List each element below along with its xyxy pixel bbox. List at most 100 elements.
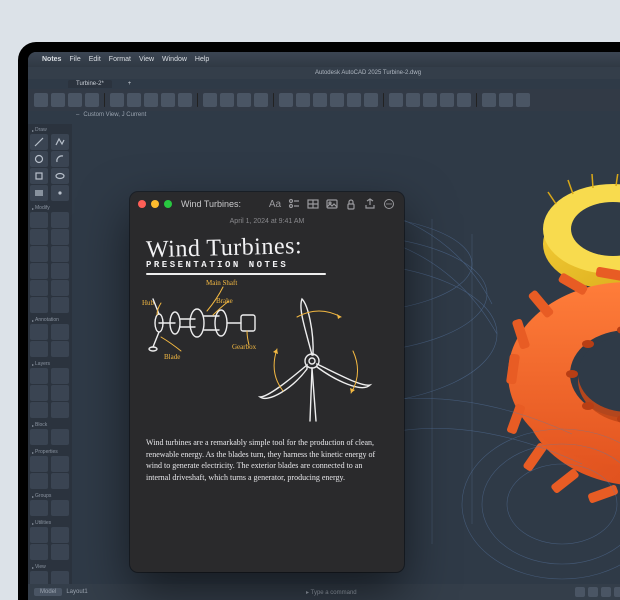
palette-section[interactable]: Block — [30, 421, 70, 429]
tool[interactable] — [51, 500, 69, 516]
new-tab-button[interactable]: + — [128, 81, 132, 87]
table-icon[interactable] — [306, 197, 320, 211]
tool[interactable] — [51, 341, 69, 357]
ribbon-tool[interactable] — [499, 93, 513, 107]
ribbon-tool[interactable] — [220, 93, 234, 107]
tool-hatch[interactable] — [30, 185, 48, 201]
palette-section[interactable]: Layers — [30, 360, 70, 368]
status-icon[interactable] — [601, 587, 611, 597]
ribbon-tool[interactable] — [313, 93, 327, 107]
tool-rect[interactable] — [30, 168, 48, 184]
tool[interactable] — [51, 456, 69, 472]
app-name[interactable]: Notes — [42, 56, 61, 63]
menu-file[interactable]: File — [69, 56, 80, 63]
tool[interactable] — [30, 456, 48, 472]
ribbon-tool[interactable] — [440, 93, 454, 107]
ribbon-tool[interactable] — [347, 93, 361, 107]
status-icon[interactable] — [575, 587, 585, 597]
palette-section[interactable]: Groups — [30, 492, 70, 500]
more-icon[interactable] — [382, 197, 396, 211]
tool-scale[interactable] — [30, 246, 48, 262]
ribbon-tool[interactable] — [51, 93, 65, 107]
ribbon-tool[interactable] — [34, 93, 48, 107]
palette-section[interactable]: Modify — [30, 204, 70, 212]
tool[interactable] — [30, 368, 48, 384]
tool[interactable] — [51, 429, 69, 445]
menu-window[interactable]: Window — [162, 56, 187, 63]
ribbon-tool[interactable] — [364, 93, 378, 107]
tool[interactable] — [51, 544, 69, 560]
palette-section[interactable]: Annotation — [30, 316, 70, 324]
ribbon-tool[interactable] — [279, 93, 293, 107]
tool[interactable] — [30, 402, 48, 418]
ribbon-tool[interactable] — [144, 93, 158, 107]
ribbon-tool[interactable] — [423, 93, 437, 107]
status-tab-layout[interactable]: Layout1 — [66, 589, 87, 595]
tool-offset[interactable] — [30, 297, 48, 313]
tool-stretch[interactable] — [51, 246, 69, 262]
tool-arc[interactable] — [51, 151, 69, 167]
ribbon-tool[interactable] — [482, 93, 496, 107]
ribbon-tool[interactable] — [68, 93, 82, 107]
tool[interactable] — [30, 473, 48, 489]
tool[interactable] — [30, 341, 48, 357]
tool[interactable] — [30, 544, 48, 560]
palette-section[interactable]: View — [30, 563, 70, 571]
menu-help[interactable]: Help — [195, 56, 209, 63]
tool-mirror[interactable] — [51, 229, 69, 245]
tool[interactable] — [51, 368, 69, 384]
format-icon[interactable]: Aa — [268, 197, 282, 211]
menu-format[interactable]: Format — [109, 56, 131, 63]
minimize-icon[interactable] — [151, 200, 159, 208]
status-tab-model[interactable]: Model — [34, 588, 62, 596]
notes-titlebar[interactable]: Wind Turbines: Aa — [130, 192, 404, 216]
ribbon-tool[interactable] — [178, 93, 192, 107]
ribbon-tool[interactable] — [457, 93, 471, 107]
notes-window[interactable]: Wind Turbines: Aa April 1, 2024 at 9:41 … — [130, 192, 404, 572]
tool[interactable] — [30, 527, 48, 543]
doc-tab[interactable]: Turbine-2* — [68, 80, 112, 88]
tool-move[interactable] — [30, 212, 48, 228]
ribbon-tool[interactable] — [110, 93, 124, 107]
tool-chamfer[interactable] — [51, 280, 69, 296]
tool-polyline[interactable] — [51, 134, 69, 150]
tool[interactable] — [51, 324, 69, 340]
zoom-icon[interactable] — [164, 200, 172, 208]
ribbon-tool[interactable] — [389, 93, 403, 107]
tool-fillet[interactable] — [30, 280, 48, 296]
tool-rotate[interactable] — [30, 229, 48, 245]
command-input[interactable]: ▸ Type a command — [88, 589, 575, 596]
palette-section[interactable]: Properties — [30, 448, 70, 456]
tool[interactable] — [30, 385, 48, 401]
status-icon[interactable] — [588, 587, 598, 597]
tool-trim[interactable] — [30, 263, 48, 279]
ribbon-tool[interactable] — [161, 93, 175, 107]
checklist-icon[interactable] — [287, 197, 301, 211]
tool-array[interactable] — [51, 297, 69, 313]
status-icon[interactable] — [614, 587, 620, 597]
palette-section[interactable]: Utilities — [30, 519, 70, 527]
ribbon-tool[interactable] — [254, 93, 268, 107]
close-icon[interactable] — [138, 200, 146, 208]
tool-extend[interactable] — [51, 263, 69, 279]
ribbon-tool[interactable] — [516, 93, 530, 107]
ribbon-tool[interactable] — [85, 93, 99, 107]
tool-circle[interactable] — [30, 151, 48, 167]
tool-ellipse[interactable] — [51, 168, 69, 184]
photo-icon[interactable] — [325, 197, 339, 211]
ribbon-tool[interactable] — [406, 93, 420, 107]
tool-line[interactable] — [30, 134, 48, 150]
tool-copy[interactable] — [51, 212, 69, 228]
ribbon-tool[interactable] — [203, 93, 217, 107]
tool[interactable] — [51, 385, 69, 401]
ribbon-tool[interactable] — [330, 93, 344, 107]
lock-icon[interactable] — [344, 197, 358, 211]
share-icon[interactable] — [363, 197, 377, 211]
palette-section[interactable]: Draw — [30, 126, 70, 134]
tool[interactable] — [30, 429, 48, 445]
menu-view[interactable]: View — [139, 56, 154, 63]
tool[interactable] — [51, 402, 69, 418]
menu-edit[interactable]: Edit — [89, 56, 101, 63]
notes-body[interactable]: Wind Turbines: PRESENTATION NOTES Main S… — [130, 231, 404, 572]
tool-point[interactable] — [51, 185, 69, 201]
